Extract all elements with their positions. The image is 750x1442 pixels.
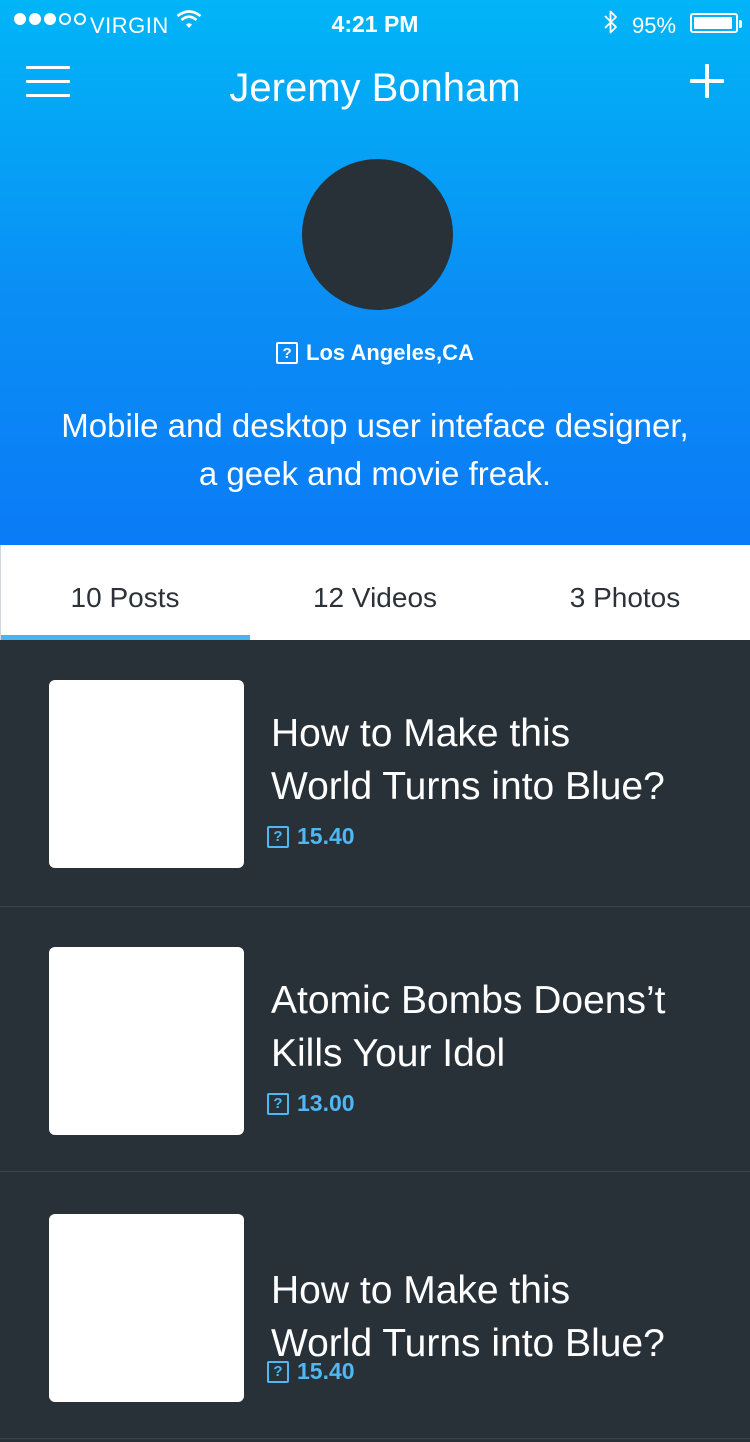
post-thumbnail[interactable] <box>49 947 244 1135</box>
plus-icon[interactable] <box>690 64 724 98</box>
profile-bio: Mobile and desktop user inteface designe… <box>0 402 750 498</box>
profile-location: ? Los Angeles,CA <box>0 340 750 366</box>
post-meta: ? 15.40 <box>267 823 355 850</box>
bio-line: Mobile and desktop user inteface designe… <box>61 407 689 444</box>
post-title-line: Kills Your Idol <box>271 1032 506 1075</box>
post-meta-value: 15.40 <box>297 823 355 849</box>
unknown-glyph-icon: ? <box>267 825 289 848</box>
tab-photos[interactable]: 3 Photos <box>500 545 750 640</box>
post-title: How to Make this World Turns into Blue? <box>271 1264 711 1370</box>
bio-line: a geek and movie freak. <box>198 455 552 492</box>
post-title-line: Atomic Bombs Doens’t <box>271 979 666 1022</box>
list-item[interactable]: How to Make this World Turns into Blue? … <box>0 1172 750 1439</box>
list-item[interactable]: How to Make this World Turns into Blue? … <box>0 640 750 907</box>
battery-percent: 95% <box>632 13 677 38</box>
post-meta: ? 15.40 <box>267 1358 355 1385</box>
posts-list: How to Make this World Turns into Blue? … <box>0 640 750 1439</box>
tab-posts[interactable]: 10 Posts <box>0 545 250 640</box>
profile-header: VIRGIN 4:21 PM 95% Jeremy Bonham ? Los A… <box>0 0 750 545</box>
avatar[interactable] <box>302 159 453 310</box>
tab-videos[interactable]: 12 Videos <box>250 545 500 640</box>
post-meta-value: 15.40 <box>297 1358 355 1384</box>
bluetooth-icon <box>604 10 617 34</box>
unknown-glyph-icon: ? <box>267 1092 289 1115</box>
unknown-glyph-icon: ? <box>267 1360 289 1383</box>
unknown-glyph-icon: ? <box>276 342 299 364</box>
post-meta-value: 13.00 <box>297 1090 355 1116</box>
profile-tabs: 10 Posts 12 Videos 3 Photos <box>0 545 750 640</box>
post-title: How to Make this World Turns into Blue? <box>271 707 711 813</box>
post-title-line: How to Make this <box>271 712 571 755</box>
page-title: Jeremy Bonham <box>229 66 521 110</box>
post-title-line: World Turns into Blue? <box>271 765 665 808</box>
post-thumbnail[interactable] <box>49 1214 244 1402</box>
battery-icon <box>690 13 742 33</box>
post-title-line: How to Make this <box>271 1269 571 1312</box>
list-item[interactable]: Atomic Bombs Doens’t Kills Your Idol ? 1… <box>0 907 750 1172</box>
location-text: Los Angeles,CA <box>306 340 474 365</box>
post-title: Atomic Bombs Doens’t Kills Your Idol <box>271 974 711 1080</box>
post-thumbnail[interactable] <box>49 680 244 868</box>
status-bar: VIRGIN 4:21 PM 95% <box>0 0 750 48</box>
post-meta: ? 13.00 <box>267 1090 355 1117</box>
